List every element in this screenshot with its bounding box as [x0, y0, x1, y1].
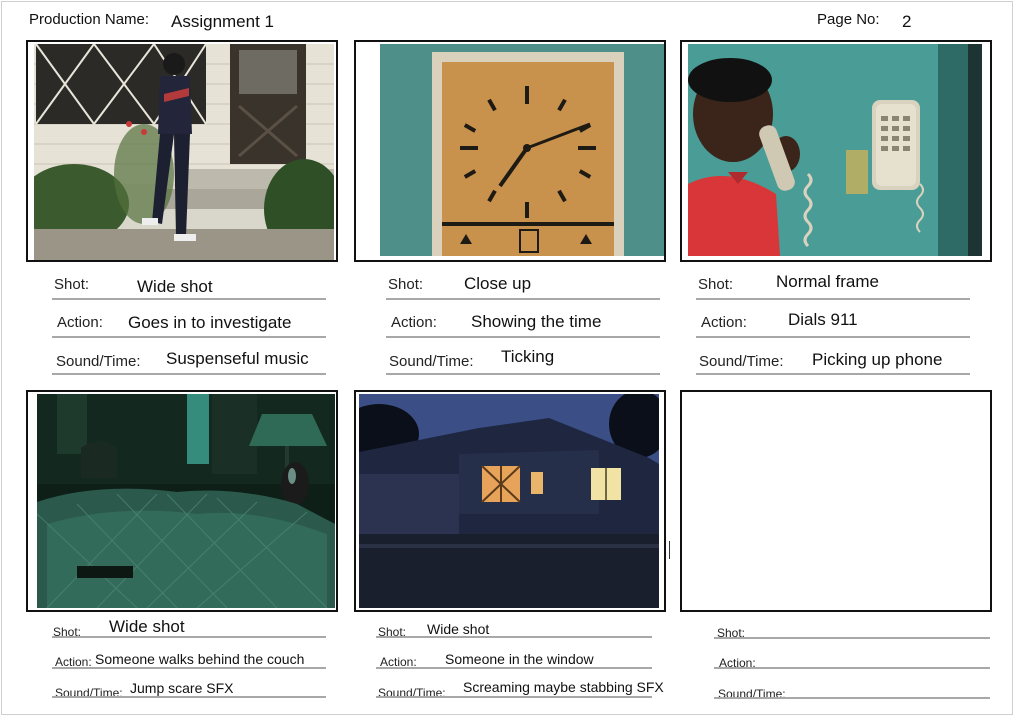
sound-time-value: Screaming maybe stabbing SFX [463, 679, 664, 695]
sound-time-label: Sound/Time: [389, 353, 474, 370]
shot-label: Shot: [388, 276, 424, 293]
sound-time-line [696, 373, 970, 375]
living-room-image [37, 394, 335, 608]
production-name-label: Production Name: [29, 11, 150, 28]
shot-line [52, 636, 326, 638]
shot-line [714, 637, 990, 639]
boy-on-phone-image [688, 44, 982, 256]
storyboard-frame-1 [26, 40, 338, 262]
storyboard-page: Production Name: Assignment 1 Page No: 2 [0, 0, 1016, 721]
page-number-label: Page No: [817, 11, 880, 28]
storyboard-frame-4 [26, 390, 338, 612]
sound-time-line [386, 373, 660, 375]
shot-value: Wide shot [109, 617, 185, 636]
shot-value: Close up [464, 274, 532, 293]
shot-label: Shot: [698, 276, 734, 293]
shot-value: Wide shot [427, 621, 490, 637]
storyboard-frame-6 [680, 390, 992, 612]
house-at-night-image [359, 394, 659, 608]
action-line [386, 336, 660, 338]
action-line [52, 336, 326, 338]
action-value: Someone walks behind the couch [95, 651, 305, 667]
sound-time-value: Suspenseful music [166, 349, 309, 368]
sound-time-value: Jump scare SFX [130, 680, 234, 696]
sound-time-label: Sound/Time: [56, 353, 141, 370]
text-cursor [669, 541, 670, 559]
sound-time-value: Ticking [501, 347, 555, 366]
shot-line [376, 636, 652, 638]
sound-time-label: Sound/Time: [699, 353, 784, 370]
sound-time-line [52, 373, 326, 375]
wall-clock-image [380, 44, 664, 256]
storyboard-frame-3 [680, 40, 992, 262]
shot-line [386, 298, 660, 300]
storyboard-frame-5 [354, 390, 666, 612]
action-value: Goes in to investigate [128, 313, 292, 332]
sound-time-line [714, 697, 990, 699]
action-value: Showing the time [471, 312, 602, 331]
shot-label: Shot: [54, 276, 90, 293]
action-label: Action: [57, 314, 103, 331]
action-value: Someone in the window [445, 651, 594, 667]
action-line [376, 667, 652, 669]
action-label: Action: [391, 314, 437, 331]
action-line [52, 667, 326, 669]
boy-walking-image [34, 44, 334, 260]
page-number-value: 2 [902, 12, 912, 31]
sound-time-line [376, 696, 652, 698]
shot-line [52, 298, 326, 300]
shot-value: Normal frame [776, 272, 879, 291]
action-value: Dials 911 [788, 310, 858, 329]
sound-time-value: Picking up phone [812, 350, 943, 369]
production-name-value: Assignment 1 [171, 12, 274, 31]
action-label: Action: [701, 314, 747, 331]
shot-value: Wide shot [137, 277, 213, 296]
sound-time-line [52, 696, 326, 698]
action-line [696, 336, 970, 338]
shot-line [696, 298, 970, 300]
storyboard-frame-2 [354, 40, 666, 262]
action-line [714, 667, 990, 669]
